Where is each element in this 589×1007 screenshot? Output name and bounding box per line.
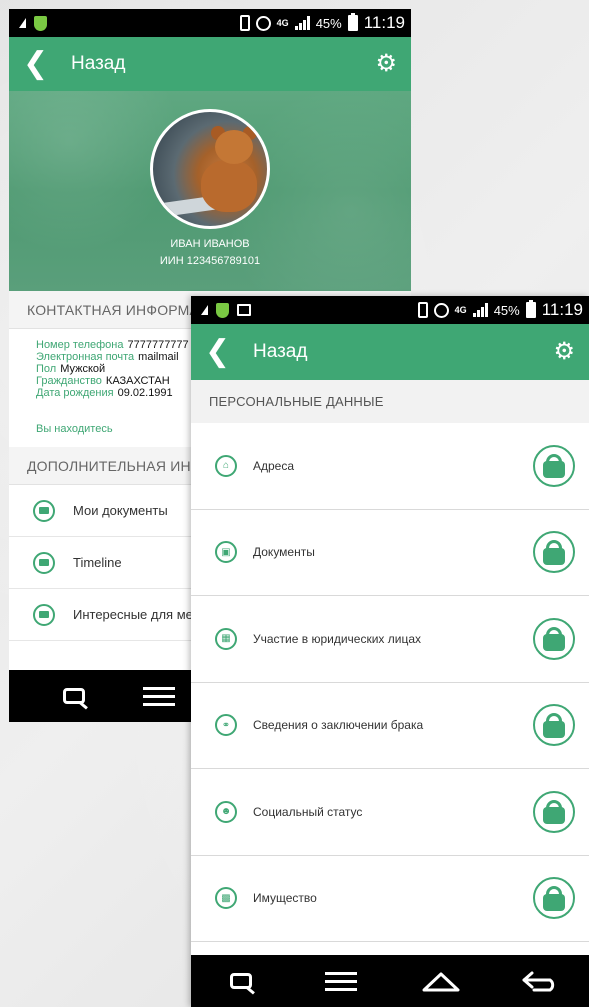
settings-gear-icon[interactable]: ⚙	[375, 52, 397, 76]
home-nav-icon	[422, 972, 460, 992]
list-item-property[interactable]: ▩ Имущество	[191, 855, 589, 942]
user-iin: ИИН 123456789101	[9, 255, 411, 267]
back-arrow-icon[interactable]: ❮	[205, 337, 231, 367]
list-item-label: Сведения о заключении брака	[253, 718, 424, 733]
back-label[interactable]: Назад	[71, 53, 375, 75]
list-item-label: Имущество	[253, 891, 317, 906]
signal-icon	[19, 18, 26, 28]
vibrate-icon	[417, 302, 428, 318]
lock-icon[interactable]	[533, 704, 575, 747]
network-4g-icon: 4G	[276, 18, 289, 28]
back-nav-icon	[522, 971, 555, 992]
folder-icon	[33, 603, 55, 626]
signal-icon	[201, 305, 208, 315]
nav-bar	[191, 955, 589, 1007]
iin-value: 123456789101	[186, 255, 261, 267]
list-item-label: Участие в юридических лицах	[253, 631, 422, 646]
list-item-label: Социальный статус	[253, 804, 363, 819]
settings-gear-icon[interactable]: ⚙	[553, 340, 575, 364]
list-item-social-status[interactable]: ☻ Социальный статус	[191, 769, 589, 856]
list-item-addresses[interactable]: ⌂ Адреса	[191, 423, 589, 510]
list-item-label: Адреса	[253, 458, 295, 473]
gallery-icon	[237, 304, 251, 316]
network-4g-icon: 4G	[454, 305, 467, 315]
menu-button[interactable]	[139, 686, 179, 706]
home-icon: ⌂	[215, 454, 237, 477]
app-bar: ❮ Назад ⚙	[9, 37, 411, 91]
lock-icon[interactable]	[533, 617, 575, 660]
menu-button[interactable]	[291, 971, 391, 991]
lock-icon[interactable]	[533, 531, 575, 574]
home-button[interactable]	[391, 970, 491, 992]
recent-apps-icon	[63, 688, 85, 704]
security-app-icon	[34, 15, 47, 31]
lock-icon[interactable]	[533, 790, 575, 833]
battery-percent: 45%	[315, 15, 342, 31]
back-arrow-icon[interactable]: ❮	[23, 49, 49, 79]
menu-icon	[325, 971, 357, 991]
profile-header: ИВАН ИВАНОВ ИИН 123456789101	[9, 91, 411, 291]
security-app-icon	[216, 302, 229, 318]
list-item-label: Документы	[253, 545, 315, 560]
property-icon: ▩	[215, 887, 237, 910]
back-button[interactable]	[491, 969, 589, 993]
list-item-label: Timeline	[73, 555, 122, 570]
list-item-label: Интересные для ме	[73, 607, 193, 622]
recent-apps-button[interactable]	[9, 688, 139, 704]
status-bar: 4G 45% 11:19	[191, 296, 589, 324]
lock-icon[interactable]	[533, 877, 575, 920]
company-icon: ▦	[215, 627, 237, 650]
recent-apps-button[interactable]	[191, 973, 291, 989]
app-bar: ❮ Назад ⚙	[191, 324, 589, 380]
status-bar: 4G 45% 11:19	[9, 9, 411, 37]
clock: 11:19	[363, 13, 405, 32]
list-item-documents[interactable]: ▣ Документы	[191, 509, 589, 596]
cell-signal-icon	[472, 303, 488, 317]
personal-data-section-header: ПЕРСОНАЛЬНЫЕ ДАННЫЕ	[191, 380, 589, 423]
vibrate-icon	[239, 15, 250, 31]
list-item-label: Мои документы	[73, 503, 168, 518]
cell-signal-icon	[294, 16, 310, 30]
user-name: ИВАН ИВАНОВ	[170, 238, 250, 250]
battery-icon	[525, 300, 536, 318]
battery-icon	[347, 13, 358, 31]
avatar[interactable]	[150, 109, 270, 229]
clock: 11:19	[541, 300, 583, 319]
list-item-legal-entities[interactable]: ▦ Участие в юридических лицах	[191, 596, 589, 683]
back-label[interactable]: Назад	[253, 341, 553, 363]
menu-icon	[143, 686, 175, 706]
id-card-icon: ▣	[215, 541, 237, 564]
social-status-icon: ☻	[215, 800, 237, 823]
battery-percent: 45%	[493, 302, 520, 318]
alarm-icon	[433, 302, 449, 318]
folder-icon	[33, 499, 55, 522]
couple-icon: ⚭	[215, 714, 237, 737]
iin-label: ИИН	[159, 255, 184, 267]
personal-data-screen: 4G 45% 11:19 ❮ Назад ⚙ ПЕРСОНАЛЬНЫЕ ДАНН…	[191, 296, 589, 1007]
list-item-marriage[interactable]: ⚭ Сведения о заключении брака	[191, 682, 589, 769]
recent-apps-icon	[230, 973, 252, 989]
lock-icon[interactable]	[533, 444, 575, 487]
folder-icon	[33, 551, 55, 574]
alarm-icon	[255, 15, 271, 31]
